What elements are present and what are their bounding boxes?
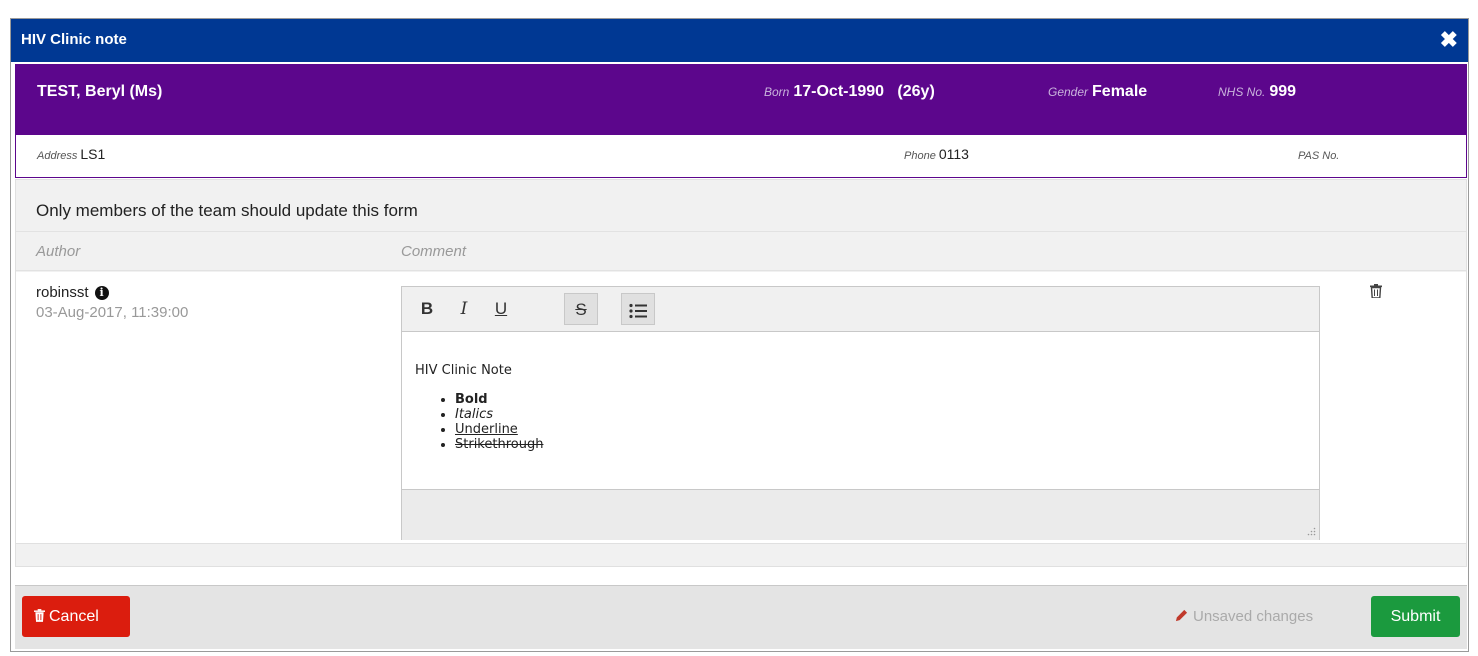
gender-value: Female [1092, 83, 1148, 100]
born-value: 17-Oct-1990 (26y) [793, 83, 935, 100]
patient-pas: PAS No. [1298, 146, 1342, 162]
form-panel: Only members of the team should update t… [15, 179, 1467, 567]
italic-text: Italics [455, 407, 494, 422]
bold-button[interactable]: B [410, 293, 444, 325]
note-title: HIV Clinic Note [415, 363, 512, 378]
patient-phone: Phone 0113 [904, 146, 969, 162]
resize-grip-icon[interactable] [1306, 527, 1316, 537]
address-value: LS1 [80, 146, 106, 162]
editor-content[interactable]: HIV Clinic Note Bold Italics Underline S… [402, 333, 1319, 488]
underline-button[interactable]: U [484, 293, 518, 325]
patient-banner-top: TEST, Beryl (Ms) Born 17-Oct-1990 (26y) G… [16, 65, 1466, 135]
patient-nhs: NHS No. 999 [1218, 83, 1296, 101]
list-icon [629, 303, 647, 318]
dialog-title-bar: HIV Clinic note ✖ [11, 19, 1468, 62]
close-icon[interactable]: ✖ [1440, 26, 1458, 54]
editor-footer [402, 489, 1319, 540]
pencil-icon [1175, 609, 1188, 622]
underline-text: Underline [455, 422, 518, 437]
note-list: Bold Italics Underline Strikethrough [415, 392, 1306, 452]
info-icon[interactable]: i [94, 286, 109, 300]
column-header-row: Author Comment [16, 233, 1466, 271]
nhs-label: NHS No. [1218, 85, 1266, 99]
strikethrough-text: Strikethrough [455, 437, 544, 452]
italic-button[interactable]: I [447, 293, 481, 325]
patient-gender: Gender Female [1048, 83, 1147, 101]
phone-value: 0113 [938, 146, 969, 162]
patient-name: TEST, Beryl (Ms) [37, 83, 163, 100]
pas-label: PAS No. [1298, 150, 1340, 162]
dialog-title: HIV Clinic note [21, 31, 127, 48]
unsaved-changes-status: Unsaved changes [1175, 608, 1313, 625]
bold-text: Bold [455, 392, 488, 407]
entry-date: 03-Aug-2017, 11:39:00 [36, 304, 189, 321]
editor-toolbar: B I U S [402, 287, 1319, 332]
list-item-strikethrough: Strikethrough [455, 437, 1306, 452]
form-heading: Only members of the team should update t… [36, 201, 418, 220]
gender-label: Gender [1048, 85, 1089, 99]
address-label: Address [37, 150, 78, 162]
born-label: Born [764, 85, 790, 99]
author-name: robinsst [36, 284, 89, 301]
comment-column-header: Comment [401, 243, 467, 260]
list-item-italic: Italics [455, 407, 1306, 422]
trash-icon[interactable] [1370, 284, 1382, 303]
strikethrough-button[interactable]: S [564, 293, 598, 325]
list-item-underline: Underline [455, 422, 1306, 437]
comment-row: robinsst i 03-Aug-2017, 11:39:00 B I U S [16, 272, 1466, 544]
patient-banner: TEST, Beryl (Ms) Born 17-Oct-1990 (26y) G… [15, 64, 1467, 178]
unsaved-label: Unsaved changes [1193, 608, 1314, 625]
cancel-label: Cancel [49, 608, 99, 625]
patient-banner-bottom: Address LS1 Phone 0113 PAS No. [16, 135, 1466, 177]
list-item-bold: Bold [455, 392, 1306, 407]
author-column-header: Author [36, 243, 81, 260]
dialog-footer: Cancel Unsaved changes Submit [15, 585, 1467, 649]
patient-address: Address LS1 [37, 146, 105, 162]
patient-born: Born 17-Oct-1990 (26y) [764, 83, 935, 101]
submit-button[interactable]: Submit [1371, 596, 1460, 637]
trash-icon [34, 609, 45, 622]
hiv-clinic-note-dialog: HIV Clinic note ✖ TEST, Beryl (Ms) Born 1… [10, 18, 1469, 652]
form-header: Only members of the team should update t… [16, 180, 1466, 232]
nhs-value: 999 [1269, 83, 1297, 100]
cancel-button[interactable]: Cancel [22, 596, 130, 637]
bullet-list-button[interactable] [621, 293, 655, 325]
author-cell: robinsst i [36, 284, 109, 301]
rich-text-editor[interactable]: B I U S HIV Clinic Note Bo [401, 286, 1320, 540]
phone-label: Phone [904, 150, 936, 162]
